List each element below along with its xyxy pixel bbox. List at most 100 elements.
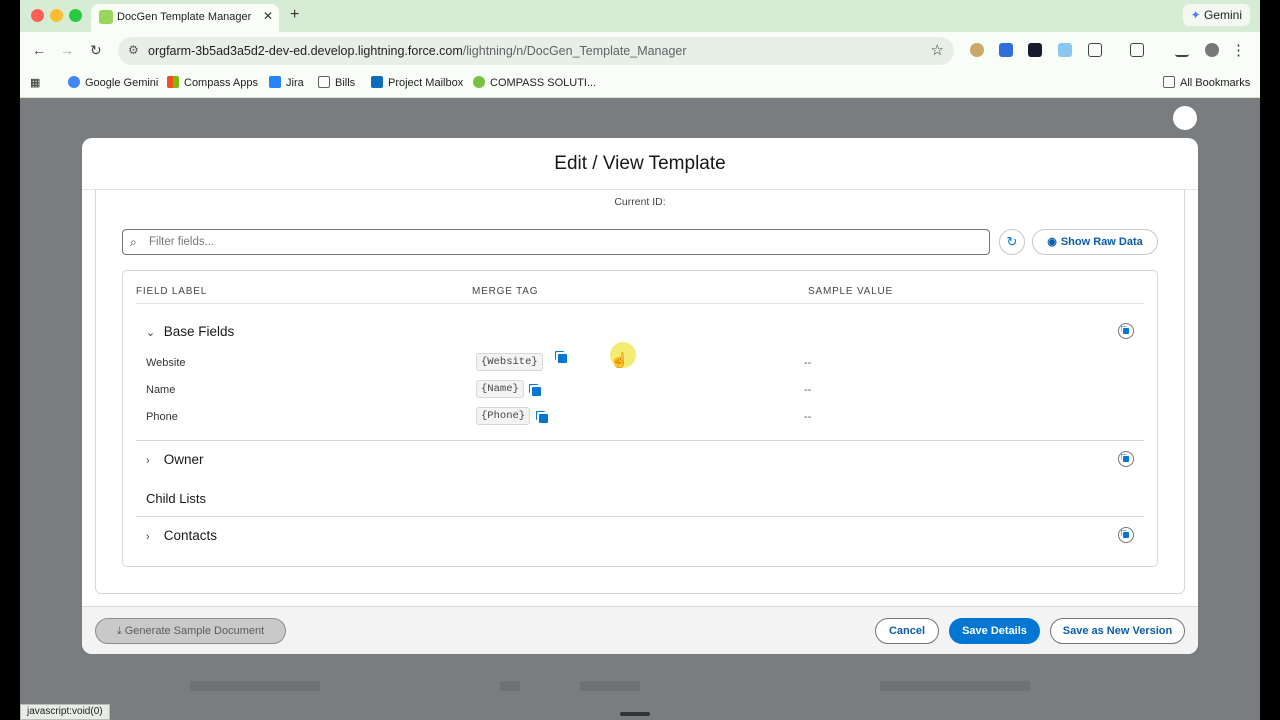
section-owner-toggle[interactable]: › Owner xyxy=(146,452,204,467)
cancel-button[interactable]: Cancel xyxy=(875,618,939,644)
forward-arrow-icon[interactable]: → xyxy=(60,42,74,58)
browser-tab-active[interactable]: DocGen Template Manager | S ✕ xyxy=(91,4,279,32)
copy-all-contacts-fields-icon[interactable] xyxy=(1118,527,1134,543)
bookmark-jira[interactable]: Jira xyxy=(269,76,304,89)
merge-tag-name: {Name} xyxy=(476,380,524,398)
chevron-right-icon: › xyxy=(146,455,150,467)
sample-value-name: -- xyxy=(804,384,812,396)
address-bar[interactable]: ⚙ orgfarm-3b5ad3a5d2-dev-ed.develop.ligh… xyxy=(118,37,954,65)
bookmark-label: Jira xyxy=(286,77,304,89)
bookmark-google-gemini[interactable]: Google Gemini xyxy=(68,76,158,89)
column-header-sample-value: SAMPLE VALUE xyxy=(808,286,894,297)
new-tab-button[interactable]: + xyxy=(290,6,299,24)
close-tab-icon[interactable]: ✕ xyxy=(263,9,273,23)
chevron-right-icon: › xyxy=(146,531,150,543)
microsoft-icon xyxy=(167,76,179,88)
apps-grid-icon[interactable]: ▦ xyxy=(30,76,40,89)
bookmark-project-mailbox[interactable]: Project Mailbox xyxy=(371,76,463,89)
gemini-icon: ✦ xyxy=(1190,8,1201,22)
generate-sample-label: Generate Sample Document xyxy=(124,625,265,637)
minimize-window-button[interactable] xyxy=(50,9,63,22)
browser-menu-icon[interactable]: ⋮ xyxy=(1231,41,1246,59)
cast-icon[interactable] xyxy=(1130,43,1144,57)
edit-template-modal: Edit / View Template Current ID: ⌕ ↻ ◉Sh… xyxy=(82,138,1198,654)
bookmark-label: Compass Apps xyxy=(184,77,258,89)
tab-strip: DocGen Template Manager | S ✕ + ✦ Gemini xyxy=(20,0,1260,32)
extensions-puzzle-icon[interactable] xyxy=(1088,43,1102,57)
section-base-fields-title: Base Fields xyxy=(163,324,235,339)
outlook-icon xyxy=(371,76,383,88)
scroll-indicator xyxy=(620,712,650,716)
field-label-name: Name xyxy=(146,384,176,396)
save-details-button[interactable]: Save Details xyxy=(949,618,1040,644)
copy-all-owner-fields-icon[interactable] xyxy=(1118,451,1134,467)
tab-title: DocGen Template Manager | S xyxy=(117,11,253,23)
field-label-website: Website xyxy=(146,357,186,369)
all-bookmarks[interactable]: All Bookmarks xyxy=(1163,76,1250,89)
profile-avatar[interactable] xyxy=(1205,43,1219,57)
page-backdrop: Edit / View Template Current ID: ⌕ ↻ ◉Sh… xyxy=(20,98,1260,720)
bookmark-compass-solutions[interactable]: COMPASS SOLUTI... xyxy=(473,76,596,89)
back-arrow-icon[interactable]: ← xyxy=(32,42,46,58)
modal-header: Edit / View Template xyxy=(82,138,1198,190)
bookmark-star-icon[interactable]: ☆ xyxy=(931,41,944,59)
url-text: orgfarm-3b5ad3a5d2-dev-ed.develop.lightn… xyxy=(148,44,687,58)
modal-body[interactable]: Current ID: ⌕ ↻ ◉Show Raw Data FIELD LAB… xyxy=(82,190,1198,606)
maximize-window-button[interactable] xyxy=(69,9,82,22)
background-row xyxy=(580,681,640,691)
close-window-button[interactable] xyxy=(31,9,44,22)
section-divider xyxy=(136,516,1144,517)
show-raw-data-button[interactable]: ◉ Show Raw Data xyxy=(1032,229,1158,255)
child-lists-heading: Child Lists xyxy=(146,491,206,506)
extension-icon[interactable] xyxy=(1028,43,1042,57)
cloud-extension-icon[interactable] xyxy=(999,43,1013,57)
refresh-icon: ↻ xyxy=(1006,234,1018,249)
bookmark-bills[interactable]: Bills xyxy=(318,76,355,89)
section-base-fields-toggle[interactable]: ⌄ Base Fields xyxy=(146,324,234,339)
bookmark-label: Project Mailbox xyxy=(388,77,464,89)
background-row xyxy=(500,681,520,691)
merge-tag-website: {Website} xyxy=(476,353,543,371)
extension-icon[interactable] xyxy=(970,43,984,57)
field-label-phone: Phone xyxy=(146,411,178,423)
filter-fields-input[interactable] xyxy=(149,233,969,251)
browser-toolbar: ← → ↻ ⚙ orgfarm-3b5ad3a5d2-dev-ed.develo… xyxy=(20,32,1260,70)
copy-all-base-fields-icon[interactable] xyxy=(1118,323,1134,339)
all-bookmarks-label: All Bookmarks xyxy=(1180,77,1251,89)
refresh-button[interactable]: ↻ xyxy=(999,229,1025,255)
gemini-label: Gemini xyxy=(1203,8,1242,22)
save-as-new-version-button[interactable]: Save as New Version xyxy=(1050,618,1185,644)
generate-sample-document-button[interactable]: ⤓ Generate Sample Document xyxy=(95,618,286,644)
snowflake-extension-icon[interactable] xyxy=(1058,43,1072,57)
sample-value-website: -- xyxy=(804,357,812,369)
help-icon xyxy=(1173,106,1197,130)
gemini-button[interactable]: ✦ Gemini xyxy=(1182,4,1250,26)
copy-website-tag-icon[interactable] xyxy=(558,354,567,363)
download-icon: ⤓ xyxy=(116,625,122,637)
compass-icon xyxy=(473,76,485,88)
folder-icon xyxy=(318,76,330,88)
fields-table: FIELD LABEL MERGE TAG SAMPLE VALUE ⌄ Bas… xyxy=(122,270,1158,567)
current-id-label: Current ID: xyxy=(614,196,666,208)
reload-icon[interactable]: ↻ xyxy=(90,42,102,59)
section-divider xyxy=(136,440,1144,441)
mouse-pointer-icon: ☝ xyxy=(610,352,629,369)
filter-fields-input-wrapper[interactable]: ⌕ xyxy=(122,229,990,255)
status-bar: javascript:void(0) xyxy=(20,704,110,720)
gemini-bookmark-icon xyxy=(68,76,80,88)
download-icon[interactable] xyxy=(1175,43,1189,57)
background-row xyxy=(190,681,320,691)
section-contacts-toggle[interactable]: › Contacts xyxy=(146,528,217,543)
bookmark-compass-apps[interactable]: Compass Apps xyxy=(167,76,258,89)
copy-icon[interactable] xyxy=(539,414,548,423)
salesforce-favicon-icon xyxy=(99,10,113,24)
copy-icon[interactable] xyxy=(532,387,541,396)
bookmark-label: Google Gemini xyxy=(85,77,159,89)
column-header-field-label: FIELD LABEL xyxy=(136,286,208,297)
sample-value-phone: -- xyxy=(804,411,812,423)
search-icon: ⌕ xyxy=(130,235,137,249)
folder-icon xyxy=(1163,76,1175,88)
url-host: orgfarm-3b5ad3a5d2-dev-ed.develop.lightn… xyxy=(148,44,463,58)
section-contacts-title: Contacts xyxy=(163,528,218,543)
site-info-icon[interactable]: ⚙ xyxy=(128,43,139,57)
